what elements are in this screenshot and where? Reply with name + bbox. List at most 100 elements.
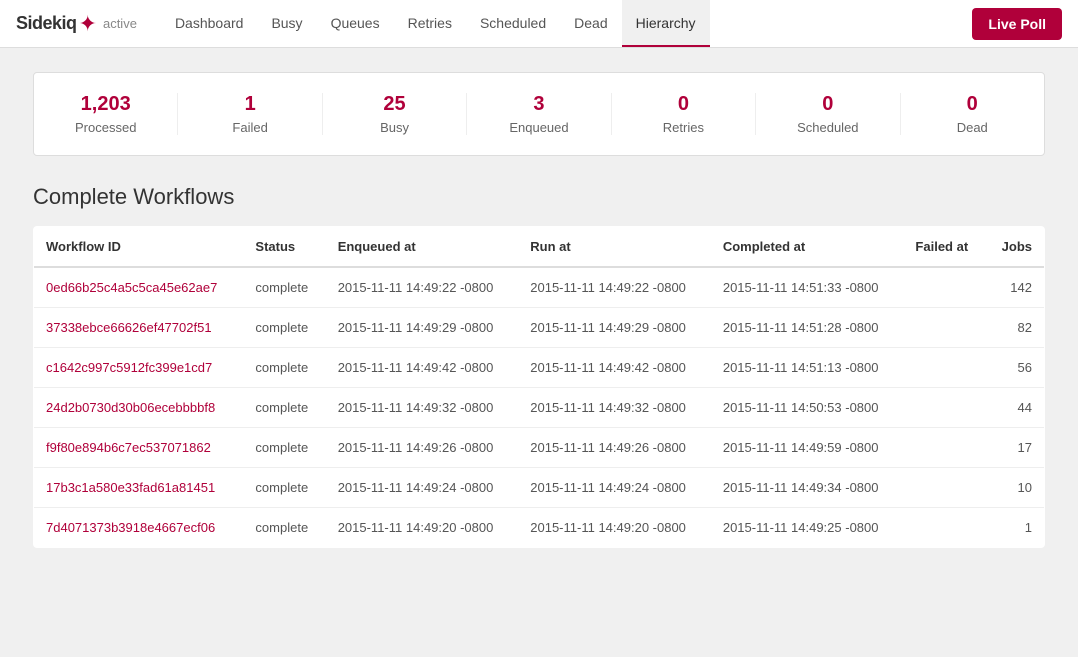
workflow-id-link[interactable]: 24d2b0730d30b06ecebbbbf8 [46,400,215,415]
stat-item-enqueued: 3 Enqueued [467,93,611,135]
stat-item-failed: 1 Failed [178,93,322,135]
stat-label: Enqueued [467,120,610,135]
table-row: f9f80e894b6c7ec537071862complete2015-11-… [34,428,1045,468]
table-row: 24d2b0730d30b06ecebbbbf8complete2015-11-… [34,388,1045,428]
brand-name: Sidekiq [16,13,77,34]
workflow-jobs-cell: 82 [986,308,1045,348]
col-header-completed-at: Completed at [711,227,904,268]
workflow-completed-cell: 2015-11-11 14:51:13 -0800 [711,348,904,388]
workflow-completed-cell: 2015-11-11 14:49:59 -0800 [711,428,904,468]
workflow-failed-cell [903,508,985,548]
col-header-workflow-id: Workflow ID [34,227,244,268]
workflow-status-cell: complete [243,388,325,428]
stat-item-scheduled: 0Scheduled [756,93,900,135]
stat-item-dead: 0Dead [901,93,1044,135]
stat-label: Processed [34,120,177,135]
brand-icon: ✦ [79,11,97,37]
col-header-run-at: Run at [518,227,711,268]
stat-item-busy: 25 Busy [323,93,467,135]
col-header-failed-at: Failed at [903,227,985,268]
workflow-id-link[interactable]: c1642c997c5912fc399e1cd7 [46,360,212,375]
workflow-enqueued-cell: 2015-11-11 14:49:26 -0800 [326,428,519,468]
workflow-failed-cell [903,428,985,468]
nav-link-hierarchy[interactable]: Hierarchy [622,0,710,47]
workflow-id-link[interactable]: 37338ebce66626ef47702f51 [46,320,212,335]
workflow-id-cell: f9f80e894b6c7ec537071862 [34,428,244,468]
col-header-jobs: Jobs [986,227,1045,268]
workflow-id-link[interactable]: 7d4071373b3918e4667ecf06 [46,520,215,535]
workflow-enqueued-cell: 2015-11-11 14:49:22 -0800 [326,267,519,308]
workflow-jobs-cell: 10 [986,468,1045,508]
workflow-completed-cell: 2015-11-11 14:51:33 -0800 [711,267,904,308]
workflow-completed-cell: 2015-11-11 14:50:53 -0800 [711,388,904,428]
workflow-id-cell: c1642c997c5912fc399e1cd7 [34,348,244,388]
brand: Sidekiq ✦ active [16,11,137,37]
workflow-enqueued-cell: 2015-11-11 14:49:42 -0800 [326,348,519,388]
workflow-id-link[interactable]: 17b3c1a580e33fad61a81451 [46,480,215,495]
workflow-id-link[interactable]: 0ed66b25c4a5c5ca45e62ae7 [46,280,217,295]
nav-link-scheduled[interactable]: Scheduled [466,0,560,47]
table-row: 0ed66b25c4a5c5ca45e62ae7complete2015-11-… [34,267,1045,308]
stat-label: Busy [323,120,466,135]
nav-link-busy[interactable]: Busy [257,0,316,47]
stat-label: Dead [901,120,1044,135]
workflow-status-cell: complete [243,468,325,508]
workflow-failed-cell [903,468,985,508]
workflow-run-cell: 2015-11-11 14:49:42 -0800 [518,348,711,388]
nav-link-queues[interactable]: Queues [317,0,394,47]
stat-number: 1 [178,93,321,116]
stat-number: 25 [323,93,466,116]
live-poll-button[interactable]: Live Poll [972,8,1062,40]
workflow-run-cell: 2015-11-11 14:49:26 -0800 [518,428,711,468]
workflow-jobs-cell: 56 [986,348,1045,388]
brand-status: active [103,16,137,31]
workflow-id-cell: 0ed66b25c4a5c5ca45e62ae7 [34,267,244,308]
stat-number: 0 [612,93,755,116]
workflow-id-cell: 17b3c1a580e33fad61a81451 [34,468,244,508]
table-row: c1642c997c5912fc399e1cd7complete2015-11-… [34,348,1045,388]
nav-link-dead[interactable]: Dead [560,0,621,47]
stat-number: 3 [467,93,610,116]
workflow-id-cell: 37338ebce66626ef47702f51 [34,308,244,348]
workflow-jobs-cell: 44 [986,388,1045,428]
table-row: 37338ebce66626ef47702f51complete2015-11-… [34,308,1045,348]
col-header-status: Status [243,227,325,268]
stat-item-retries: 0 Retries [612,93,756,135]
workflow-jobs-cell: 142 [986,267,1045,308]
workflow-status-cell: complete [243,348,325,388]
table-header: Workflow IDStatusEnqueued atRun atComple… [34,227,1045,268]
nav-link-retries[interactable]: Retries [394,0,466,47]
nav-links: DashboardBusyQueuesRetriesScheduledDeadH… [161,0,972,47]
workflow-id-cell: 7d4071373b3918e4667ecf06 [34,508,244,548]
workflow-status-cell: complete [243,308,325,348]
workflow-enqueued-cell: 2015-11-11 14:49:20 -0800 [326,508,519,548]
stat-label: Retries [612,120,755,135]
stat-item-processed: 1,203 Processed [34,93,178,135]
table-row: 7d4071373b3918e4667ecf06complete2015-11-… [34,508,1045,548]
workflow-run-cell: 2015-11-11 14:49:32 -0800 [518,388,711,428]
workflow-failed-cell [903,348,985,388]
workflow-status-cell: complete [243,267,325,308]
workflow-status-cell: complete [243,508,325,548]
section-title: Complete Workflows [33,184,1045,210]
workflow-jobs-cell: 1 [986,508,1045,548]
workflow-enqueued-cell: 2015-11-11 14:49:32 -0800 [326,388,519,428]
workflow-failed-cell [903,388,985,428]
workflow-failed-cell [903,308,985,348]
workflows-table: Workflow IDStatusEnqueued atRun atComple… [33,226,1045,548]
nav-right: Live Poll [972,8,1062,40]
workflow-run-cell: 2015-11-11 14:49:24 -0800 [518,468,711,508]
stat-label: Failed [178,120,321,135]
navbar: Sidekiq ✦ active DashboardBusyQueuesRetr… [0,0,1078,48]
stat-label: Scheduled [756,120,899,135]
stat-number: 1,203 [34,93,177,116]
workflow-run-cell: 2015-11-11 14:49:20 -0800 [518,508,711,548]
workflow-completed-cell: 2015-11-11 14:49:25 -0800 [711,508,904,548]
table-row: 17b3c1a580e33fad61a81451 complete 2015-11-… [34,468,1045,508]
workflow-id-link[interactable]: f9f80e894b6c7ec537071862 [46,440,211,455]
stats-box: 1,203 Processed1 Failed25 Busy3 Enqueued0 Ret… [33,72,1045,156]
nav-link-dashboard[interactable]: Dashboard [161,0,258,47]
workflow-failed-cell [903,267,985,308]
workflow-run-cell: 2015-11-11 14:49:22 -0800 [518,267,711,308]
workflow-completed-cell: 2015-11-11 14:49:34 -0800 [711,468,904,508]
